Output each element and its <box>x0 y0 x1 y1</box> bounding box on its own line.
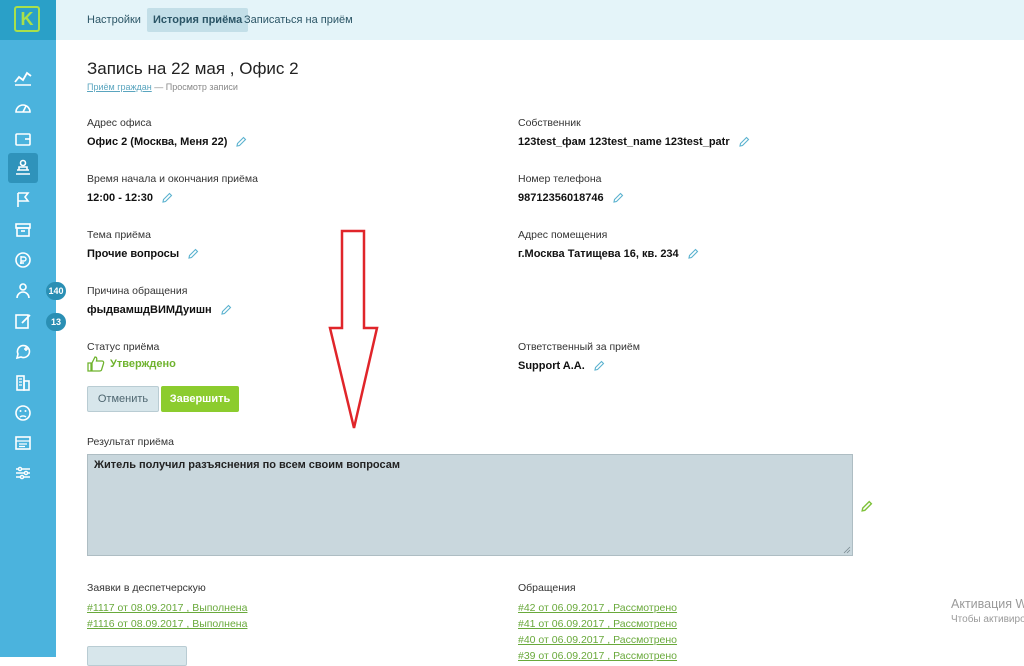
users-count-badge: 140 <box>46 282 66 300</box>
pencil-icon[interactable] <box>593 360 605 372</box>
office-address-label: Адрес офиса <box>87 117 152 129</box>
time-value: 12:00 - 12:30 <box>87 192 173 204</box>
reason-label: Причина обращения <box>87 285 188 297</box>
activation-watermark-title: Активация W <box>951 597 1024 611</box>
status-text: Утверждено <box>110 358 176 370</box>
status-label: Статус приёма <box>87 341 160 353</box>
responsible-label: Ответственный за приём <box>518 341 640 353</box>
pencil-icon[interactable] <box>161 192 173 204</box>
breadcrumb-link[interactable]: Приём граждан <box>87 82 152 92</box>
calendar-list-icon[interactable] <box>8 428 38 458</box>
result-label: Результат приёма <box>87 436 174 448</box>
pencil-icon[interactable] <box>220 304 232 316</box>
responsible-text: Support A.A. <box>518 360 585 372</box>
page-title: Запись на 22 мая , Офис 2 <box>87 59 299 78</box>
activation-watermark-text: Чтобы активиро <box>951 614 1024 625</box>
premises-label: Адрес помещения <box>518 229 608 241</box>
notes-count-badge: 13 <box>46 313 66 331</box>
pencil-icon[interactable] <box>738 136 750 148</box>
sad-face-icon[interactable] <box>8 398 38 428</box>
thumbs-up-icon <box>87 356 105 372</box>
premises-text: г.Москва Татищева 16, кв. 234 <box>518 248 679 260</box>
owner-text: 123test_фам 123test_name 123test_patr <box>518 136 730 148</box>
wallet-icon[interactable] <box>8 124 38 154</box>
cancel-button[interactable]: Отменить <box>87 386 159 412</box>
chart-icon[interactable] <box>8 62 38 92</box>
users-icon[interactable] <box>8 276 38 306</box>
tab-settings[interactable]: Настройки <box>81 8 147 32</box>
pencil-icon[interactable] <box>187 248 199 260</box>
resize-grip-icon[interactable] <box>843 546 851 554</box>
office-address-text: Офис 2 (Москва, Меня 22) <box>87 136 228 148</box>
dispatch-link[interactable]: #1116 от 08.09.2017 , Выполнена <box>87 618 247 630</box>
appeal-link[interactable]: #39 от 06.09.2017 , Рассмотрено <box>518 650 677 662</box>
dispatch-label: Заявки в деспетчерскую <box>87 582 206 594</box>
finish-button[interactable]: Завершить <box>161 386 239 412</box>
dashboard-icon[interactable] <box>8 93 38 123</box>
breadcrumb-separator: — <box>151 82 166 92</box>
owner-label: Собственник <box>518 117 581 129</box>
responsible-value: Support A.A. <box>518 360 605 372</box>
pencil-icon[interactable] <box>687 248 699 260</box>
logo[interactable]: K <box>0 0 56 40</box>
topic-text: Прочие вопросы <box>87 248 180 260</box>
top-nav: Настройки История приёма Записаться на п… <box>56 0 1024 40</box>
appeal-link[interactable]: #42 от 06.09.2017 , Рассмотрено <box>518 602 677 614</box>
add-dispatch-button[interactable] <box>87 646 187 666</box>
phone-value: 98712356018746 <box>518 192 624 204</box>
owner-value: 123test_фам 123test_name 123test_patr <box>518 136 750 148</box>
topic-label: Тема приёма <box>87 229 151 241</box>
phone-text: 98712356018746 <box>518 192 604 204</box>
red-arrow-annotation <box>328 229 379 429</box>
appeal-link[interactable]: #40 от 06.09.2017 , Рассмотрено <box>518 634 677 646</box>
building-icon[interactable] <box>8 368 38 398</box>
pencil-icon[interactable] <box>860 500 873 513</box>
dispatch-link[interactable]: #1117 от 08.09.2017 , Выполнена <box>87 602 247 614</box>
logo-letter: K <box>14 6 40 32</box>
flag-icon[interactable] <box>8 185 38 215</box>
office-address-value: Офис 2 (Москва, Меня 22) <box>87 136 247 148</box>
premises-value: г.Москва Татищева 16, кв. 234 <box>518 248 699 260</box>
topic-value: Прочие вопросы <box>87 248 199 260</box>
status-value: Утверждено <box>87 356 176 372</box>
tab-book-appointment[interactable]: Записаться на приём <box>238 8 359 32</box>
edit-note-icon[interactable] <box>8 306 38 336</box>
chat-plus-icon[interactable] <box>8 337 38 367</box>
reception-icon[interactable] <box>8 153 38 183</box>
tab-reception-history[interactable]: История приёма <box>147 8 249 32</box>
pencil-icon[interactable] <box>235 136 247 148</box>
pencil-icon[interactable] <box>612 192 624 204</box>
breadcrumb-current: Просмотр записи <box>165 82 238 92</box>
appeals-label: Обращения <box>518 582 576 594</box>
breadcrumb: Приём граждан — Просмотр записи <box>87 82 238 92</box>
archive-icon[interactable] <box>8 215 38 245</box>
coin-icon[interactable] <box>8 245 38 275</box>
phone-label: Номер телефона <box>518 173 602 185</box>
time-text: 12:00 - 12:30 <box>87 192 154 204</box>
appeal-link[interactable]: #41 от 06.09.2017 , Рассмотрено <box>518 618 677 630</box>
reason-value: фыдвамшдВИМДуишн <box>87 304 232 316</box>
result-text: Житель получил разъяснения по всем своим… <box>94 459 401 471</box>
sliders-icon[interactable] <box>8 458 38 488</box>
time-label: Время начала и окончания приёма <box>87 173 258 185</box>
sidebar: K <box>0 0 56 657</box>
result-textarea[interactable]: Житель получил разъяснения по всем своим… <box>87 454 853 556</box>
reason-text: фыдвамшдВИМДуишн <box>87 304 212 316</box>
